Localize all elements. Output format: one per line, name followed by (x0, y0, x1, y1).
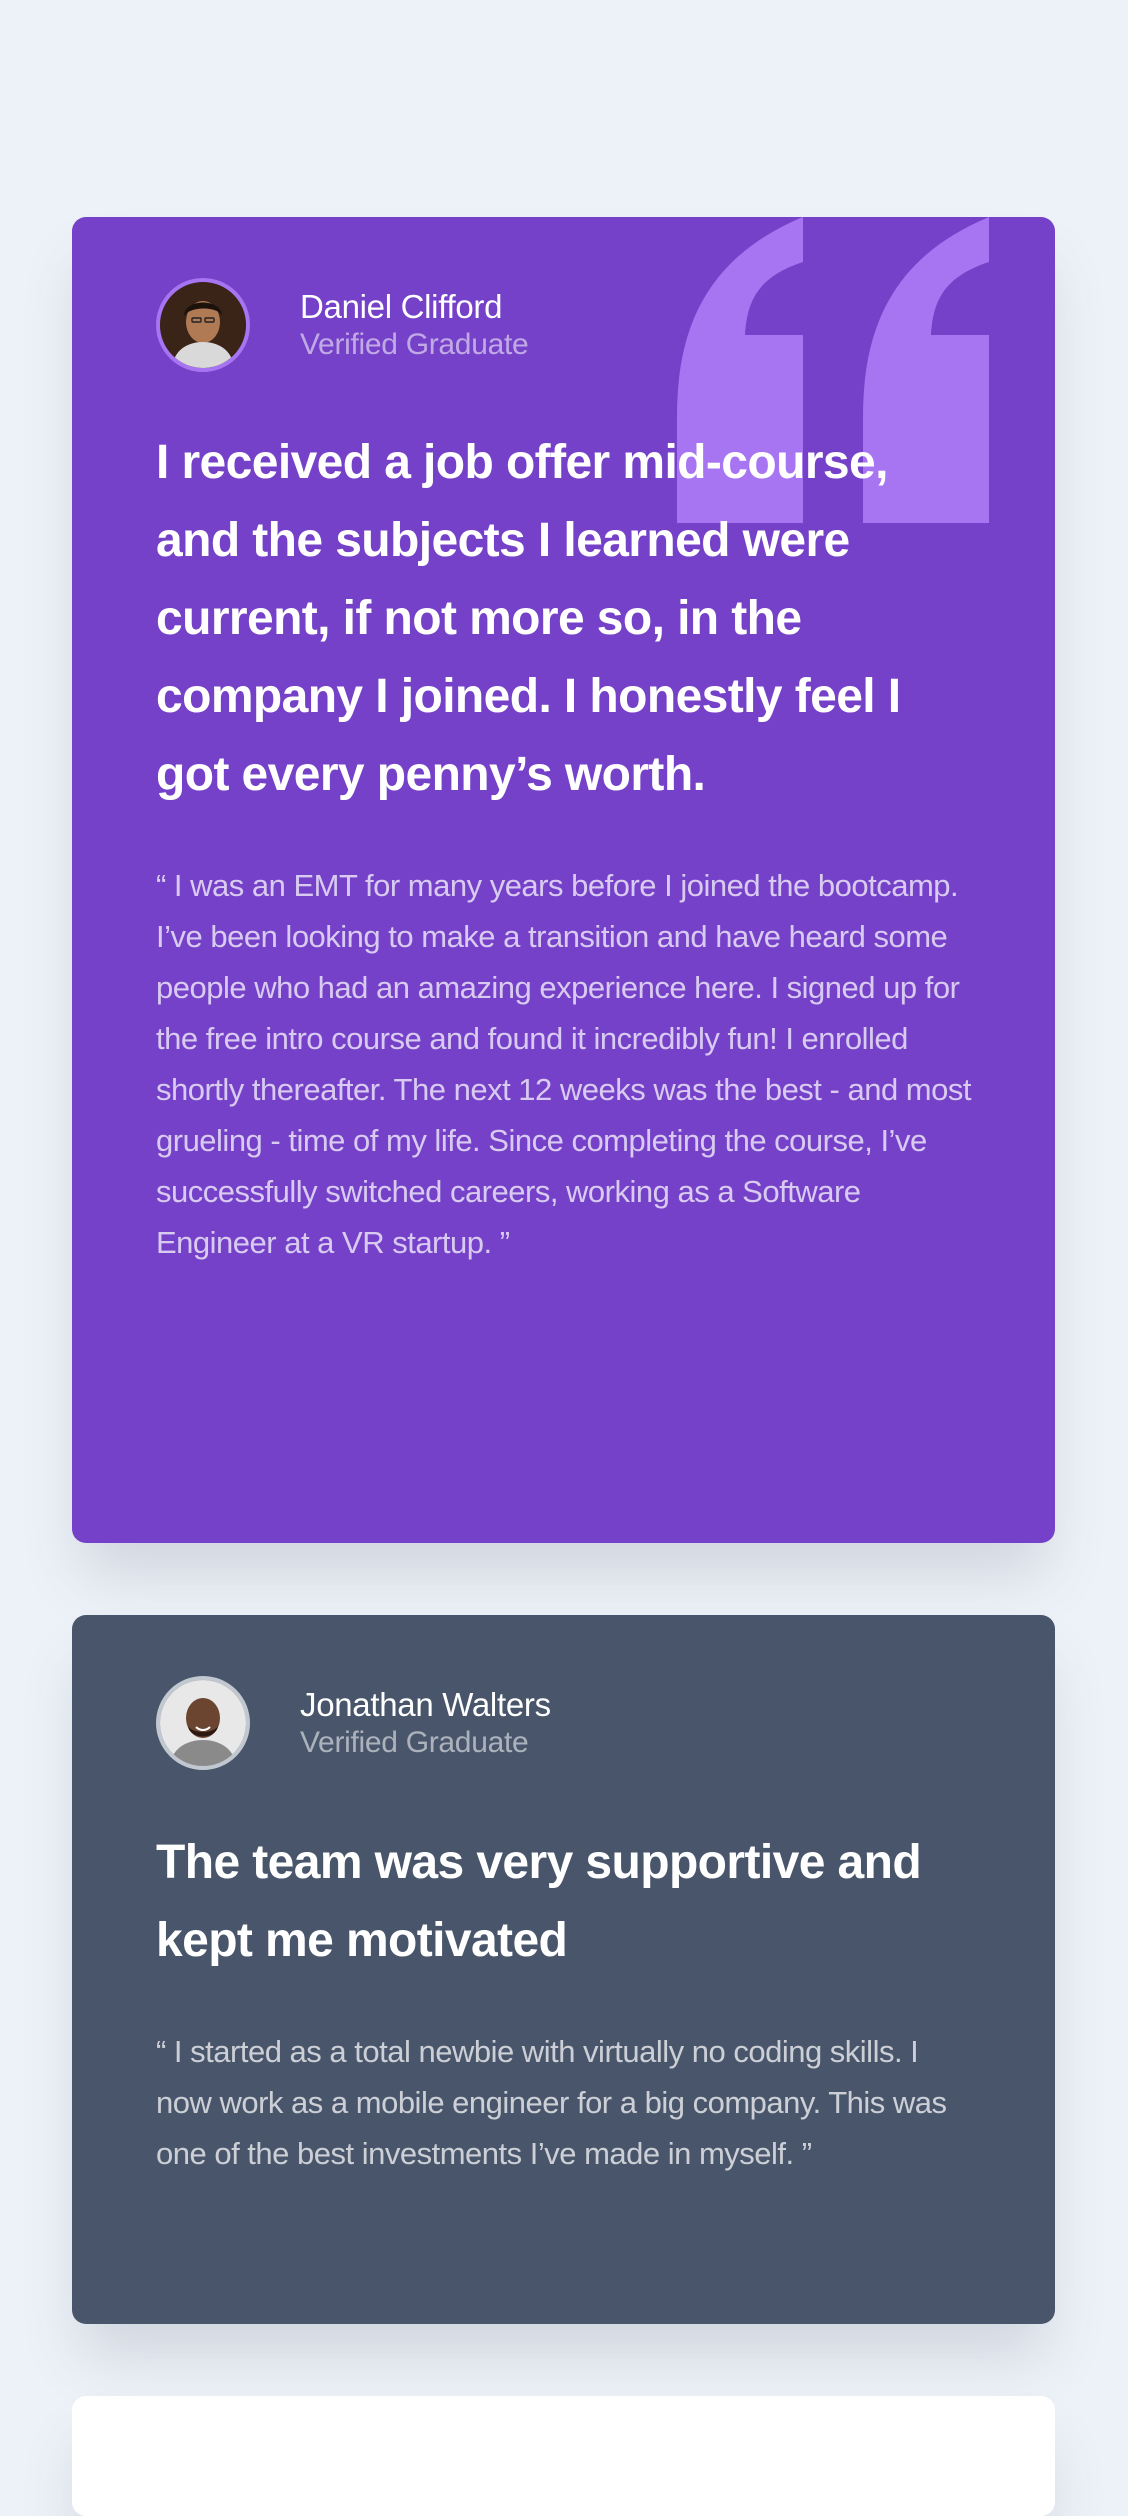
testimonial-quote: “ I started as a total newbie with virtu… (156, 2034, 947, 2171)
testimonial-headline: I received a job offer mid-course, and t… (156, 436, 901, 801)
testimonial-card-jonathan: Jonathan Walters Verified Graduate The t… (72, 1615, 1055, 2324)
testimonial-quote: “ I was an EMT for many years before I j… (156, 868, 971, 1260)
profile-header: Jonathan Walters Verified Graduate (156, 1676, 971, 1770)
daniel-avatar-image (160, 282, 246, 368)
profile-header: Daniel Clifford Verified Graduate (156, 278, 971, 372)
author-name: Daniel Clifford (300, 288, 503, 325)
avatar (156, 1676, 250, 1770)
testimonial-card-daniel: Daniel Clifford Verified Graduate I rece… (72, 217, 1055, 1543)
jonathan-avatar-image (160, 1680, 246, 1766)
avatar (156, 278, 250, 372)
author-status: Verified Graduate (300, 328, 529, 361)
author-name: Jonathan Walters (300, 1686, 551, 1723)
author-status: Verified Graduate (300, 1726, 529, 1759)
testimonial-card-next (72, 2396, 1055, 2516)
testimonial-headline: The team was very supportive and kept me… (156, 1836, 922, 1967)
